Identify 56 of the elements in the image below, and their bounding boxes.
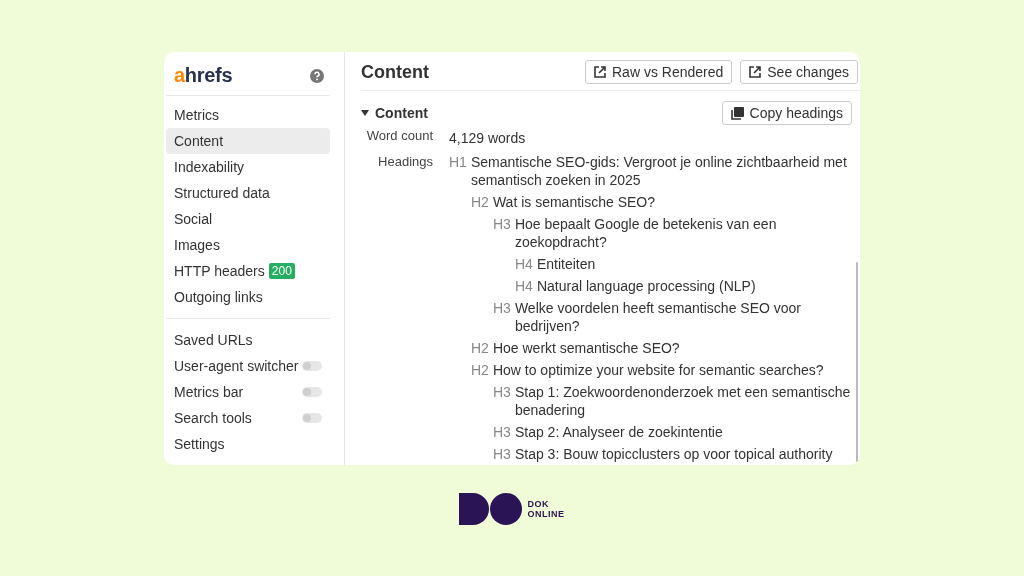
- heading-level: H3: [493, 383, 511, 402]
- logo-mark-icon: [459, 493, 524, 525]
- heading-text: Semantische SEO-gids: Vergroot je online zichtbaarheid met semantisch zoeken in 2025: [470, 153, 848, 189]
- heading-level: H3: [493, 215, 511, 234]
- heading-text: Hoe werkt semantische SEO?: [492, 339, 680, 357]
- section-toggle[interactable]: Content: [361, 105, 428, 121]
- heading-text: Natural language processing (NLP): [536, 277, 756, 295]
- word-count: 4,129 words: [449, 129, 526, 148]
- heading-level: H2: [471, 361, 489, 379]
- field-label: Word count: [365, 127, 433, 145]
- heading-text: Hoe bepaalt Google de betekenis van een zoekopdracht?: [514, 215, 778, 251]
- copy-icon: [730, 106, 744, 120]
- scrollbar[interactable]: [856, 262, 858, 462]
- heading-text: Welke voordelen heeft semantische SEO voor bedrijven?: [514, 299, 803, 335]
- open-button[interactable]: Raw vs Rendered: [585, 60, 733, 84]
- sidebar-item[interactable]: Structured data: [166, 180, 330, 206]
- sidebar-item[interactable]: Social: [166, 206, 330, 232]
- sidebar-item[interactable]: Search tools: [166, 405, 330, 431]
- heading-level: H3: [493, 423, 511, 441]
- caret-icon: [361, 110, 369, 116]
- heading-text: Stap 2: Analyseer de zoekintentie: [514, 423, 723, 441]
- sidebar-item[interactable]: Settings: [166, 431, 330, 457]
- brand-logo: ahrefs: [174, 64, 233, 87]
- sidebar-item[interactable]: User-agent switcher: [166, 353, 330, 379]
- heading-level: H3: [493, 445, 511, 463]
- toggle-switch[interactable]: [302, 361, 322, 371]
- copy-button[interactable]: Copy headings: [721, 101, 852, 125]
- status-badge: 200: [268, 263, 295, 279]
- heading-level: H2: [471, 339, 489, 357]
- heading-text: Stap 1: Zoekwoordenonderzoek met een semantische benadering: [514, 383, 852, 419]
- heading-text: Wat is semantische SEO?: [492, 193, 655, 211]
- open-button[interactable]: See changes: [740, 60, 858, 84]
- heading-level: H2: [471, 193, 489, 211]
- toggle-switch[interactable]: [302, 413, 322, 423]
- heading-level: H1: [449, 153, 467, 172]
- sidebar-item[interactable]: Saved URLs: [166, 327, 330, 353]
- sidebar-item[interactable]: HTTP headers 200: [166, 258, 330, 284]
- external-link-icon: [749, 66, 762, 78]
- help-icon[interactable]: [310, 68, 324, 83]
- footer-logo-text: DOK ONLINE: [527, 499, 565, 519]
- sidebar-item[interactable]: Metrics: [166, 102, 330, 128]
- page-title: Content: [361, 61, 429, 83]
- heading-level: H3: [493, 299, 511, 318]
- heading-level: H4: [515, 277, 533, 295]
- sidebar-item[interactable]: Outgoing links: [166, 284, 330, 310]
- sidebar-item[interactable]: Content: [166, 128, 330, 154]
- heading-text: Entiteiten: [536, 255, 596, 273]
- sidebar-item[interactable]: Images: [166, 232, 330, 258]
- heading-text: How to optimize your website for semantic searches?: [492, 361, 824, 379]
- heading-text: Stap 3: Bouw topicclusters op voor topical authority: [514, 445, 833, 463]
- external-link-icon: [594, 66, 606, 78]
- sidebar-item[interactable]: Indexability: [166, 154, 330, 180]
- sidebar-item[interactable]: Metrics bar: [166, 379, 330, 405]
- heading-level: H4: [515, 255, 533, 273]
- field-label: Headings: [377, 153, 433, 171]
- toggle-switch[interactable]: [302, 387, 322, 397]
